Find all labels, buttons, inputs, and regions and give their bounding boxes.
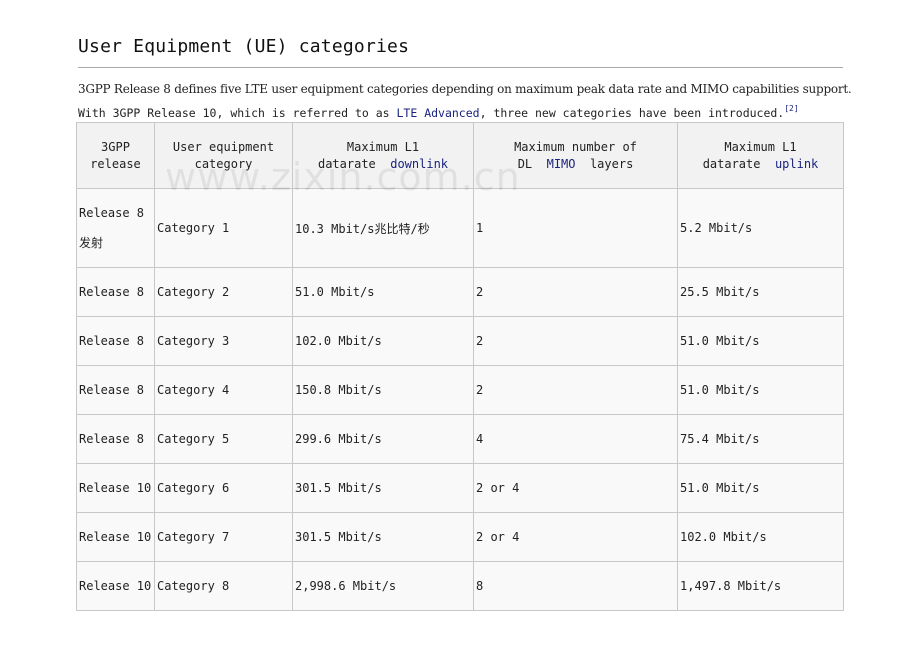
header-uplink-line1: Maximum L1	[724, 139, 797, 154]
cell-uplink: 75.4 Mbit/s	[677, 414, 844, 464]
header-downlink: Maximum L1 datarate downlink	[292, 122, 474, 189]
header-mimo: Maximum number of DL MIMO layers	[473, 122, 678, 189]
cell-mimo: 2 or 4	[473, 512, 678, 562]
header-release-line1: 3GPP	[101, 139, 130, 154]
table-row: Release 10 Category 6 301.5 Mbit/s 2 or …	[76, 463, 844, 513]
cell-mimo: 2	[473, 316, 678, 366]
cell-downlink: 2,998.6 Mbit/s	[292, 561, 474, 611]
header-downlink-line2: datarate	[317, 156, 376, 171]
table-row: Release 10 Category 8 2,998.6 Mbit/s 8 1…	[76, 561, 844, 611]
intro-line-2-suffix: , three new categories have been introdu…	[479, 106, 785, 120]
cell-uplink: 51.0 Mbit/s	[677, 365, 844, 415]
cell-uplink: 5.2 Mbit/s	[677, 188, 844, 268]
cell-downlink: 301.5 Mbit/s	[292, 463, 474, 513]
header-uplink: Maximum L1 datarate uplink	[677, 122, 844, 189]
header-mimo-layers: layers	[589, 156, 634, 171]
header-mimo-dl: DL	[517, 156, 533, 171]
cell-uplink: 25.5 Mbit/s	[677, 267, 844, 317]
cell-mimo: 2	[473, 365, 678, 415]
cell-category: Category 4	[154, 365, 293, 415]
cell-release: Release 8	[76, 365, 155, 415]
header-mimo-line1: Maximum number of	[514, 139, 637, 154]
table-row: Release 8 Category 3 102.0 Mbit/s 2 51.0…	[76, 316, 844, 366]
table-row: Release 8 Category 2 51.0 Mbit/s 2 25.5 …	[76, 267, 844, 317]
cell-uplink: 102.0 Mbit/s	[677, 512, 844, 562]
table-row: Release 8 Category 5 299.6 Mbit/s 4 75.4…	[76, 414, 844, 464]
cell-mimo: 1	[473, 188, 678, 268]
intro-line-2: With 3GPP Release 10, which is referred …	[78, 99, 848, 123]
cell-category: Category 5	[154, 414, 293, 464]
header-category: User equipment category	[154, 122, 293, 189]
cell-uplink: 1,497.8 Mbit/s	[677, 561, 844, 611]
header-downlink-line1: Maximum L1	[346, 139, 420, 154]
cell-release-text: Release 8	[79, 206, 145, 220]
cell-category: Category 6	[154, 463, 293, 513]
cell-uplink: 51.0 Mbit/s	[677, 463, 844, 513]
cell-category: Category 8	[154, 561, 293, 611]
cell-release-note: 发射	[79, 236, 104, 250]
intro-paragraph: 3GPP Release 8 defines five LTE user equ…	[78, 79, 852, 123]
cell-downlink: 102.0 Mbit/s	[292, 316, 474, 366]
page-title: User Equipment (UE) categories	[78, 36, 410, 57]
header-release-line2: release	[90, 156, 141, 171]
cell-mimo: 4	[473, 414, 678, 464]
cell-release: Release 8	[76, 267, 155, 317]
header-category-line1: User equipment	[172, 139, 275, 154]
intro-line-2-prefix: With 3GPP Release 10, which is referred …	[78, 106, 397, 120]
cell-category: Category 3	[154, 316, 293, 366]
cell-mimo: 2	[473, 267, 678, 317]
table-row: Release 8 Category 4 150.8 Mbit/s 2 51.0…	[76, 365, 844, 415]
table-header-row: 3GPP release User equipment category Maxim…	[76, 122, 844, 189]
cell-release: Release 8	[76, 414, 155, 464]
cell-downlink: 10.3 Mbit/s兆比特/秒	[292, 188, 474, 268]
cell-downlink: 51.0 Mbit/s	[292, 267, 474, 317]
cell-mimo: 8	[473, 561, 678, 611]
cell-uplink: 51.0 Mbit/s	[677, 316, 844, 366]
cell-category: Category 2	[154, 267, 293, 317]
cell-mimo: 2 or 4	[473, 463, 678, 513]
header-release: 3GPP release	[76, 122, 155, 189]
cell-category: Category 7	[154, 512, 293, 562]
cell-downlink: 150.8 Mbit/s	[292, 365, 474, 415]
intro-line-1: 3GPP Release 8 defines five LTE user equ…	[78, 82, 852, 96]
cell-release: Release 8	[76, 316, 155, 366]
table-row: Release 8 发射 Category 1 10.3 Mbit/s兆比特/秒 …	[76, 188, 844, 268]
header-uplink-line2: datarate	[702, 156, 761, 171]
cell-downlink: 299.6 Mbit/s	[292, 414, 474, 464]
cell-release: Release 10	[76, 561, 155, 611]
mimo-link[interactable]: MIMO	[547, 157, 576, 171]
ue-categories-table: 3GPP release User equipment category Maxim…	[76, 122, 844, 611]
table-row: Release 10 Category 7 301.5 Mbit/s 2 or …	[76, 512, 844, 562]
uplink-link[interactable]: uplink	[775, 157, 818, 171]
cell-release: Release 8 发射	[76, 188, 155, 268]
cell-release: Release 10	[76, 463, 155, 513]
title-divider	[78, 67, 843, 68]
cell-downlink: 301.5 Mbit/s	[292, 512, 474, 562]
reference-link[interactable]: [2]	[784, 104, 798, 113]
cell-release: Release 10	[76, 512, 155, 562]
header-category-line2: category	[194, 156, 253, 171]
cell-category: Category 1	[154, 188, 293, 268]
downlink-link[interactable]: downlink	[390, 157, 448, 171]
lte-advanced-link[interactable]: LTE Advanced	[397, 106, 480, 120]
